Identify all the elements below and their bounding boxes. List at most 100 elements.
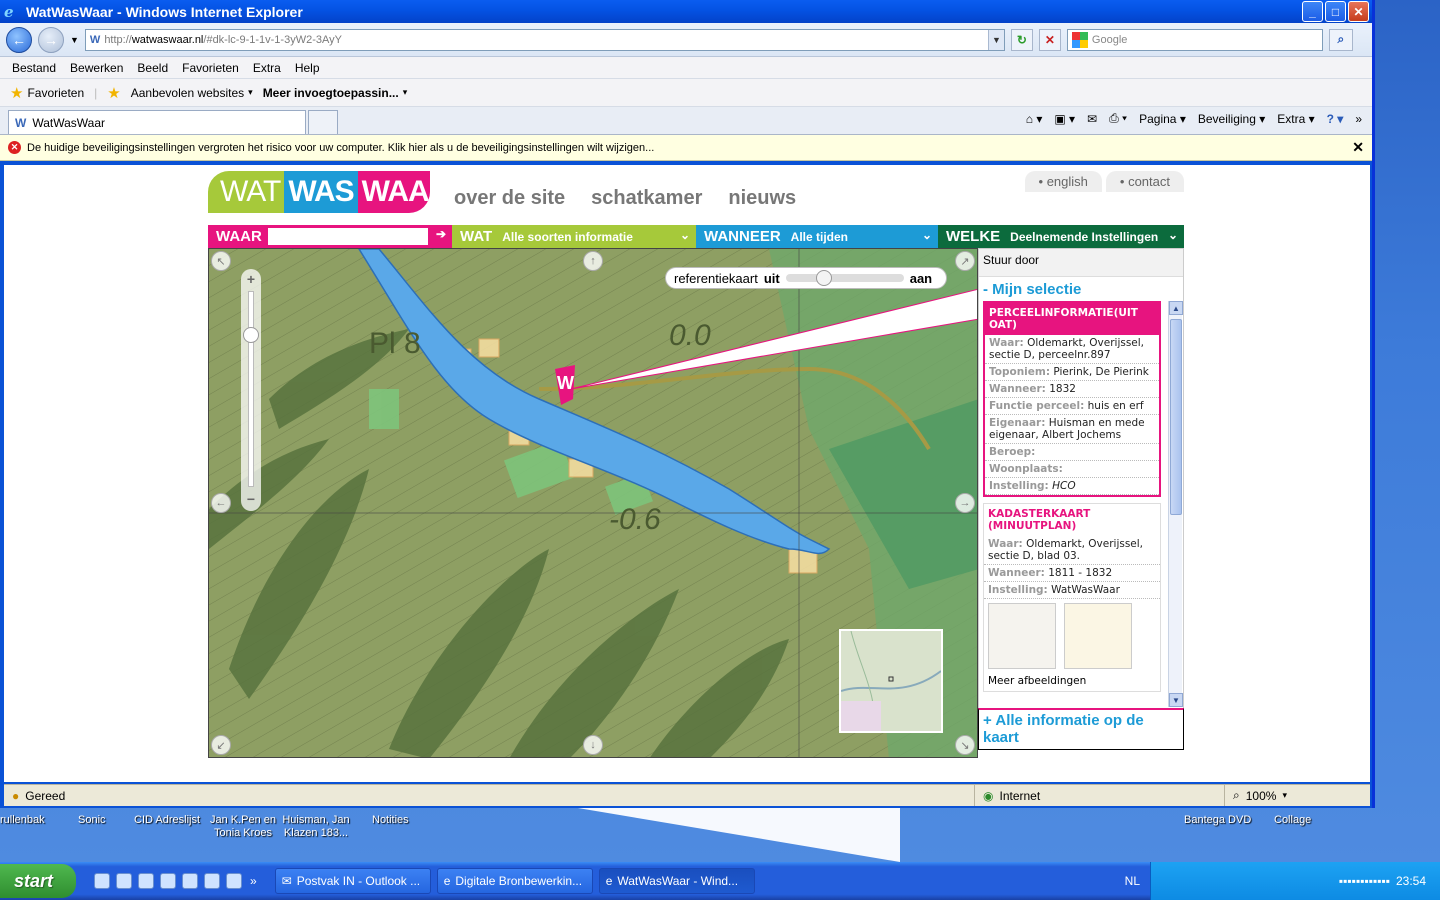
menu-beeld[interactable]: Beeld: [137, 61, 168, 75]
fav-addons[interactable]: Meer invoegtoepassin...: [263, 86, 399, 100]
my-selection-title[interactable]: - Mijn selectie: [979, 277, 1183, 300]
menu-favorieten[interactable]: Favorieten: [182, 61, 239, 75]
pan-southeast-icon[interactable]: ↘: [955, 735, 975, 755]
menu-bestand[interactable]: Bestand: [12, 61, 56, 75]
waar-search-input[interactable]: [267, 228, 428, 245]
selection-list[interactable]: PERCEELINFORMATIE(UIT OAT) Waar: Oldemar…: [981, 301, 1181, 707]
chevron-down-icon[interactable]: ▾: [248, 87, 253, 98]
desktop-icon-bantega[interactable]: Bantega DVD: [1184, 814, 1251, 827]
menu-extra[interactable]: Extra: [253, 61, 281, 75]
link-english[interactable]: • english: [1024, 171, 1102, 192]
thumbnail-document[interactable]: [1064, 603, 1132, 669]
quicklaunch-icon[interactable]: [138, 873, 154, 889]
task-digitale-bronbewerking[interactable]: e Digitale Bronbewerkin...: [436, 868, 593, 894]
pan-northwest-icon[interactable]: ↖: [211, 251, 231, 271]
search-input[interactable]: Google: [1066, 28, 1323, 51]
scroll-up-icon[interactable]: ▲: [1169, 301, 1183, 315]
overflow-icon[interactable]: »: [250, 874, 257, 888]
minimize-button[interactable]: _: [1302, 1, 1323, 22]
zoom-in-icon[interactable]: +: [241, 271, 261, 287]
infobar-close-icon[interactable]: ✕: [1352, 139, 1364, 156]
address-bar[interactable]: W http://watwaswaar.nl/#dk-lc-9-1-1v-1-3…: [84, 28, 1005, 51]
forward-button[interactable]: →: [38, 26, 64, 53]
close-window-button[interactable]: ✕: [1348, 1, 1369, 22]
scroll-thumb[interactable]: [1170, 319, 1182, 515]
reference-map-toggle[interactable]: referentiekaart uit aan: [665, 267, 947, 289]
new-tab-button[interactable]: [308, 110, 338, 134]
help-icon[interactable]: ? ▾: [1327, 112, 1344, 126]
menu-bewerken[interactable]: Bewerken: [70, 61, 123, 75]
zoom-control[interactable]: + −: [241, 269, 261, 511]
sidebar-scrollbar[interactable]: ▲ ▼: [1168, 301, 1183, 707]
desktop-icon-notities[interactable]: Notities: [372, 814, 409, 827]
pan-southwest-icon[interactable]: ↙: [211, 735, 231, 755]
home-icon[interactable]: ⌂ ▾: [1026, 112, 1043, 126]
overflow-icon[interactable]: »: [1355, 112, 1362, 126]
desktop-icon-sonic[interactable]: Sonic: [78, 814, 106, 827]
filter-wat[interactable]: WAT Alle soorten informatie ⌄: [452, 225, 696, 248]
back-button[interactable]: ←: [6, 26, 32, 53]
quicklaunch-icon[interactable]: [116, 873, 132, 889]
desktop-icon-collage[interactable]: Collage: [1274, 814, 1311, 827]
start-button[interactable]: start: [0, 864, 76, 898]
zoom-level[interactable]: ⌕ 100% ▾: [1224, 785, 1295, 806]
maximize-button[interactable]: □: [1325, 1, 1346, 22]
more-images-link[interactable]: Meer afbeeldingen: [984, 673, 1160, 691]
address-dropdown-icon[interactable]: ▼: [987, 29, 1004, 50]
quicklaunch-icon[interactable]: [94, 873, 110, 889]
tab-watwaswaar[interactable]: W WatWasWaar: [8, 110, 306, 134]
thumbnail-map[interactable]: [988, 603, 1056, 669]
security-menu[interactable]: Beveiliging ▾: [1198, 112, 1265, 126]
clock[interactable]: 23:54: [1396, 874, 1426, 888]
arrow-right-icon[interactable]: ➔: [436, 227, 446, 241]
map-canvas[interactable]: Pl 8 0.0 -0.6 W referentiekaart uit aan: [208, 248, 978, 758]
feeds-icon[interactable]: ▣ ▾: [1054, 112, 1075, 126]
site-logo[interactable]: WAT WAS WAAR: [208, 171, 430, 213]
task-watwaswaar[interactable]: e WatWasWaar - Wind...: [598, 868, 755, 894]
nav-nieuws[interactable]: nieuws: [728, 187, 796, 210]
quicklaunch-icon[interactable]: [182, 873, 198, 889]
quicklaunch-icon[interactable]: [204, 873, 220, 889]
filter-welke[interactable]: WELKE Deelnemende Instellingen ⌄: [938, 225, 1184, 248]
title-bar[interactable]: e WatWasWaar - Windows Internet Explorer…: [0, 0, 1372, 23]
print-icon[interactable]: ⎙ ▾: [1109, 111, 1127, 126]
desktop-icon-recycle[interactable]: rullenbak: [0, 814, 45, 827]
refresh-button[interactable]: ↻: [1010, 28, 1033, 51]
pan-north-icon[interactable]: ↑: [583, 251, 603, 271]
quicklaunch-icon[interactable]: [160, 873, 176, 889]
quicklaunch-icon[interactable]: [226, 873, 242, 889]
stop-button[interactable]: ✕: [1038, 28, 1061, 51]
add-favorite-icon[interactable]: ★: [107, 84, 120, 102]
overview-map[interactable]: [839, 629, 943, 733]
desktop-icon-huisman[interactable]: Huisman, Jan Klazen 183...: [280, 814, 352, 840]
favorites-button[interactable]: Favorieten: [27, 86, 84, 100]
card-kadasterkaart[interactable]: KADASTERKAART (MINUUTPLAN) Waar: Oldemar…: [983, 503, 1161, 692]
nav-over-de-site[interactable]: over de site: [454, 187, 565, 210]
security-infobar[interactable]: ✕ De huidige beveiligingsinstellingen ve…: [0, 135, 1372, 161]
pan-west-icon[interactable]: ←: [211, 493, 231, 513]
extra-menu[interactable]: Extra ▾: [1277, 112, 1314, 126]
card-perceelinformatie[interactable]: PERCEELINFORMATIE(UIT OAT) Waar: Oldemar…: [983, 301, 1161, 497]
filter-wanneer[interactable]: WANNEER Alle tijden ⌄: [696, 225, 938, 248]
scroll-down-icon[interactable]: ▼: [1169, 693, 1183, 707]
desktop-icon-pen[interactable]: Jan K.Pen en Tonia Kroes: [208, 814, 278, 840]
desktop-icon-cid[interactable]: CID Adreslijst: [134, 814, 200, 827]
language-indicator[interactable]: NL: [1125, 874, 1140, 888]
recent-pages-icon[interactable]: ▼: [70, 35, 79, 45]
pan-northeast-icon[interactable]: ↗: [955, 251, 975, 271]
pan-east-icon[interactable]: →: [955, 493, 975, 513]
zoom-handle[interactable]: [243, 327, 259, 343]
nav-schatkamer[interactable]: schatkamer: [591, 187, 702, 210]
chevron-down-icon[interactable]: ▾: [403, 87, 408, 98]
mail-icon[interactable]: ✉: [1087, 112, 1097, 126]
zoom-out-icon[interactable]: −: [241, 491, 261, 507]
all-info-on-map-button[interactable]: + Alle informatie op de kaart: [978, 708, 1184, 750]
ref-slider-knob[interactable]: [815, 270, 832, 286]
task-outlook[interactable]: ✉ Postvak IN - Outlook ...: [274, 868, 431, 894]
link-contact[interactable]: • contact: [1105, 171, 1184, 192]
stuur-door-link[interactable]: Stuur door: [979, 249, 1183, 277]
zoom-rail[interactable]: [248, 291, 254, 487]
ref-slider[interactable]: [785, 270, 904, 286]
menu-help[interactable]: Help: [295, 61, 320, 75]
status-zone[interactable]: ◉ Internet: [974, 785, 1224, 806]
